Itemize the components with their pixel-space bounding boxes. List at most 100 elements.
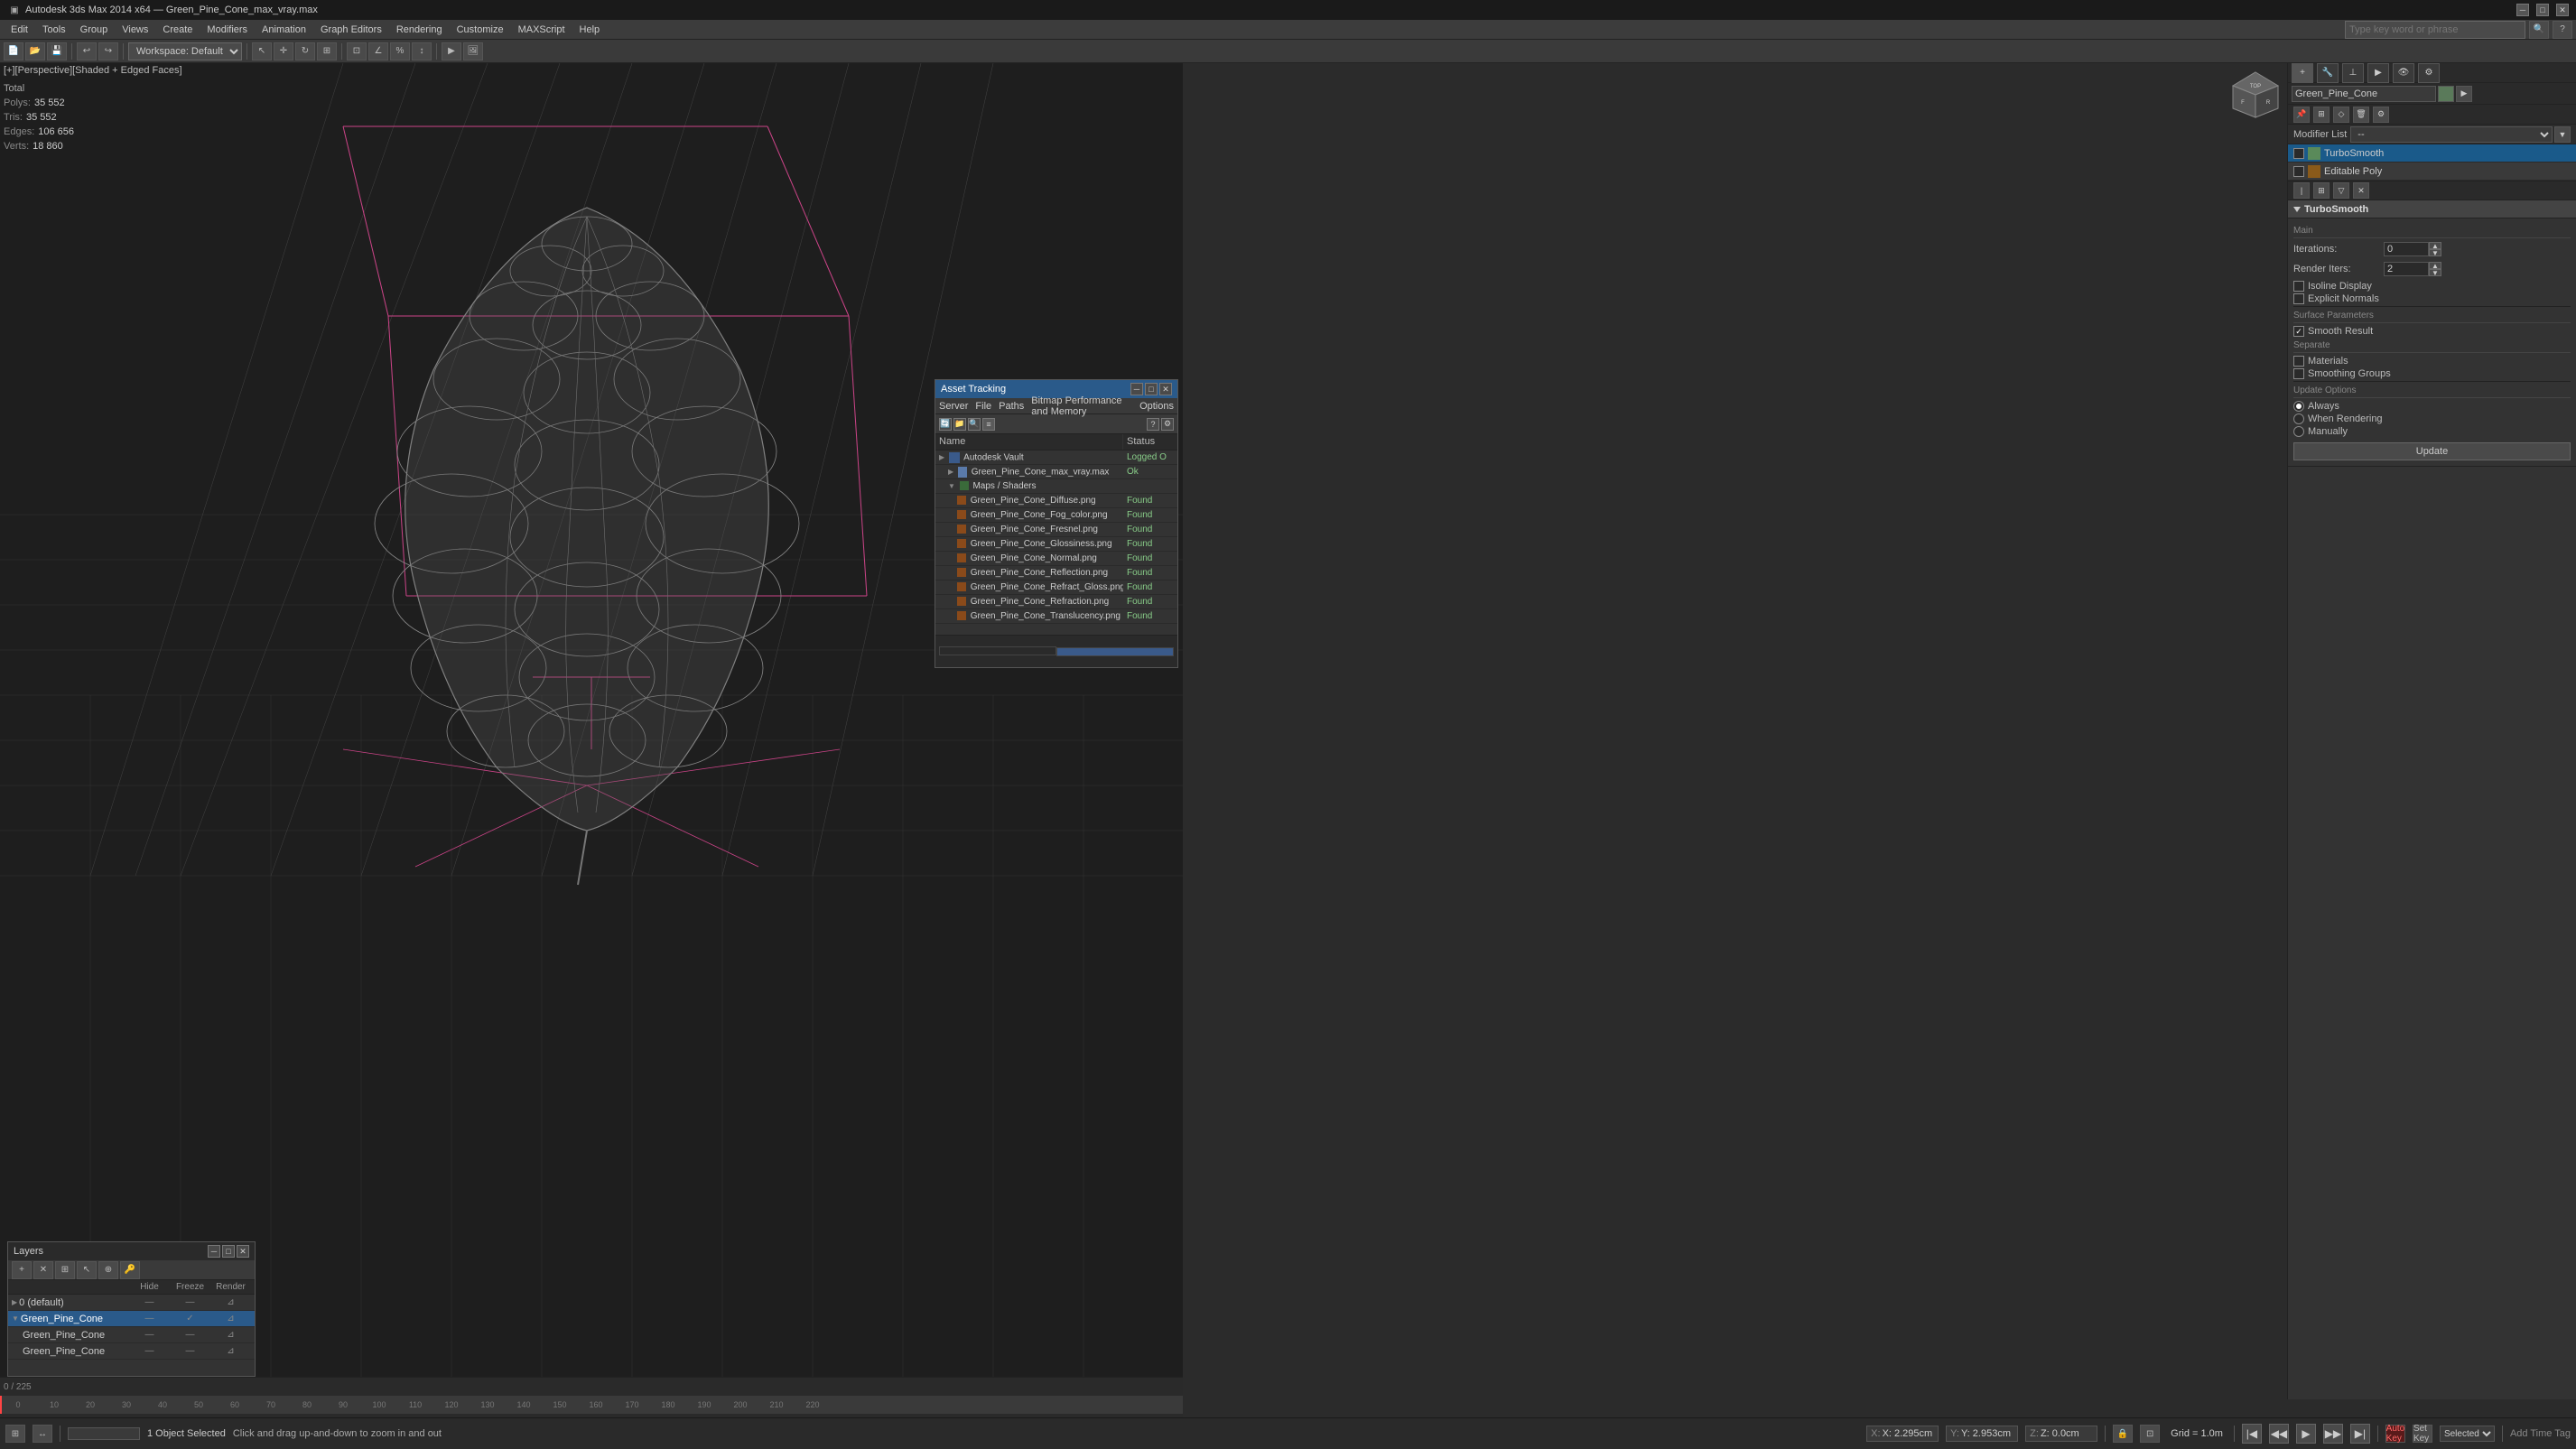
select-button[interactable]: ↖ [252, 42, 272, 60]
menu-help[interactable]: Help [572, 23, 608, 37]
turbsmooth-eye-icon[interactable] [2293, 148, 2304, 159]
mod-funnel-icon[interactable]: ▽ [2333, 182, 2349, 199]
modify-tab[interactable]: 🔧 [2317, 63, 2339, 83]
undo-button[interactable]: ↩ [77, 42, 97, 60]
menu-edit[interactable]: Edit [4, 23, 35, 37]
layer-freeze-gpc1[interactable]: ✓ [170, 1314, 210, 1324]
quick-render[interactable]: 🖼 [463, 42, 483, 60]
at-list-btn[interactable]: ≡ [982, 418, 995, 431]
status-lock-icon[interactable]: 🔒 [2113, 1425, 2133, 1443]
open-button[interactable]: 📂 [25, 42, 45, 60]
menu-create[interactable]: Create [155, 23, 200, 37]
layer-hide-gpc1[interactable]: — [129, 1314, 170, 1324]
spinner-snap[interactable]: ↕ [412, 42, 432, 60]
at-row-translucency[interactable]: Green_Pine_Cone_Translucency.png Found [935, 609, 1177, 624]
layer-hide-default[interactable]: — [129, 1297, 170, 1307]
isoline-checkbox[interactable] [2293, 281, 2304, 292]
at-menu-options[interactable]: Options [1139, 401, 1174, 412]
show-end-result-button[interactable]: ⊞ [2313, 107, 2330, 123]
make-unique-button[interactable]: ◇ [2333, 107, 2349, 123]
layer-hide-gpc3[interactable]: — [129, 1346, 170, 1356]
layer-row-default[interactable]: ▶ 0 (default) — — ⊿ [8, 1295, 255, 1311]
layers-close[interactable]: ✕ [237, 1245, 249, 1258]
key-mode-dropdown[interactable]: Selected [2440, 1426, 2495, 1442]
at-row-reflection[interactable]: Green_Pine_Cone_Reflection.png Found [935, 566, 1177, 581]
status-y-coord[interactable]: Y: Y: 2.953cm [1946, 1426, 2018, 1442]
modifier-list-dropdown[interactable]: -- [2350, 126, 2553, 143]
percent-snap[interactable]: % [390, 42, 410, 60]
at-row-diffuse[interactable]: Green_Pine_Cone_Diffuse.png Found [935, 494, 1177, 508]
materials-checkbox[interactable] [2293, 356, 2304, 367]
workspace-dropdown[interactable]: Workspace: Default [128, 42, 242, 60]
iterations-input[interactable] [2384, 242, 2429, 256]
layer-render-gpc2[interactable]: ⊿ [210, 1330, 251, 1340]
auto-key-btn[interactable]: Auto Key [2385, 1425, 2405, 1443]
modifier-list-expand[interactable]: ▼ [2554, 126, 2571, 143]
render-iters-down-btn[interactable]: ▼ [2429, 269, 2441, 276]
status-icon-1[interactable]: ⊞ [5, 1425, 25, 1443]
timeline[interactable]: 0 / 225 0 10 20 30 40 50 60 70 80 90 100… [0, 1377, 1183, 1417]
render-scene[interactable]: ▶ [442, 42, 461, 60]
mod-trash-icon[interactable]: ✕ [2353, 182, 2369, 199]
save-button[interactable]: 💾 [47, 42, 67, 60]
menu-customize[interactable]: Customize [450, 23, 511, 37]
status-icon-2[interactable]: ↔ [33, 1425, 52, 1443]
layer-row-gpc1[interactable]: ▼ Green_Pine_Cone — ✓ ⊿ [8, 1311, 255, 1327]
modifier-item-editpoly[interactable]: Editable Poly [2288, 163, 2576, 181]
layers-merge-btn[interactable]: ⊕ [98, 1261, 118, 1279]
asset-tracking-close[interactable]: ✕ [1159, 383, 1172, 395]
modifier-item-turbsmooth[interactable]: TurboSmooth [2288, 144, 2576, 163]
timeline-track[interactable]: 0 10 20 30 40 50 60 70 80 90 100 110 120… [0, 1396, 1183, 1414]
manually-radio[interactable] [2293, 426, 2304, 437]
layer-row-gpc2[interactable]: Green_Pine_Cone — — ⊿ [8, 1327, 255, 1343]
at-row-refract-gloss[interactable]: Green_Pine_Cone_Refract_Gloss.png Found [935, 581, 1177, 595]
object-name-input[interactable] [2292, 86, 2436, 102]
at-settings-btn[interactable]: ⚙ [1161, 418, 1174, 431]
create-tab[interactable]: + [2292, 63, 2313, 83]
layer-row-gpc3[interactable]: Green_Pine_Cone — — ⊿ [8, 1343, 255, 1360]
layers-delete-btn[interactable]: ✕ [33, 1261, 53, 1279]
search-button[interactable]: 🔍 [2529, 21, 2549, 39]
play-btn[interactable]: ▶ [2296, 1424, 2316, 1444]
snap-toggle[interactable]: ⊡ [347, 42, 367, 60]
new-button[interactable]: 📄 [4, 42, 23, 60]
maximize-button[interactable]: □ [2536, 4, 2549, 16]
layer-render-gpc1[interactable]: ⊿ [210, 1314, 251, 1324]
status-z-coord[interactable]: Z: Z: 0.0cm [2025, 1426, 2097, 1442]
layer-freeze-default[interactable]: — [170, 1297, 210, 1307]
at-refresh-btn[interactable]: 🔄 [939, 418, 952, 431]
status-x-coord[interactable]: X: X: 2.295cm [1866, 1426, 1939, 1442]
at-help-btn[interactable]: ? [1147, 418, 1159, 431]
layer-render-gpc3[interactable]: ⊿ [210, 1346, 251, 1356]
minimize-button[interactable]: ─ [2516, 4, 2529, 16]
angle-snap[interactable]: ∠ [368, 42, 388, 60]
at-row-gloss[interactable]: Green_Pine_Cone_Glossiness.png Found [935, 537, 1177, 552]
mod-pin-icon[interactable]: | [2293, 182, 2310, 199]
remove-modifier-button[interactable]: 🗑 [2353, 107, 2369, 123]
at-menu-bitmap[interactable]: Bitmap Performance and Memory [1031, 395, 1132, 417]
layers-add-selected-btn[interactable]: ⊞ [55, 1261, 75, 1279]
redo-button[interactable]: ↪ [98, 42, 118, 60]
at-row-refraction[interactable]: Green_Pine_Cone_Refraction.png Found [935, 595, 1177, 609]
at-menu-server[interactable]: Server [939, 401, 968, 412]
at-folder-btn[interactable]: 📁 [953, 418, 966, 431]
layer-freeze-gpc2[interactable]: — [170, 1330, 210, 1340]
at-menu-file[interactable]: File [975, 401, 991, 412]
configure-modifier-sets[interactable]: ⚙ [2373, 107, 2389, 123]
hierarchy-tab[interactable]: ⊥ [2342, 63, 2364, 83]
layer-hide-gpc2[interactable]: — [129, 1330, 170, 1340]
always-radio[interactable] [2293, 401, 2304, 412]
editpoly-eye-icon[interactable] [2293, 166, 2304, 177]
next-frame-btn[interactable]: ▶▶ [2323, 1424, 2343, 1444]
at-row-vault[interactable]: ▶ Autodesk Vault Logged O [935, 450, 1177, 465]
at-search-btn[interactable]: 🔍 [968, 418, 981, 431]
menu-maxscript[interactable]: MAXScript [511, 23, 572, 37]
close-button[interactable]: ✕ [2556, 4, 2569, 16]
layers-select-objects-btn[interactable]: ↖ [77, 1261, 97, 1279]
status-frame-slider[interactable] [68, 1427, 140, 1440]
mod-result-icon[interactable]: ⊞ [2313, 182, 2330, 199]
viewport-3d[interactable] [0, 63, 1183, 1399]
status-time-tag[interactable]: Add Time Tag [2510, 1428, 2571, 1439]
expand-button[interactable]: ▶ [2456, 86, 2472, 102]
smoothing-groups-checkbox[interactable] [2293, 368, 2304, 379]
